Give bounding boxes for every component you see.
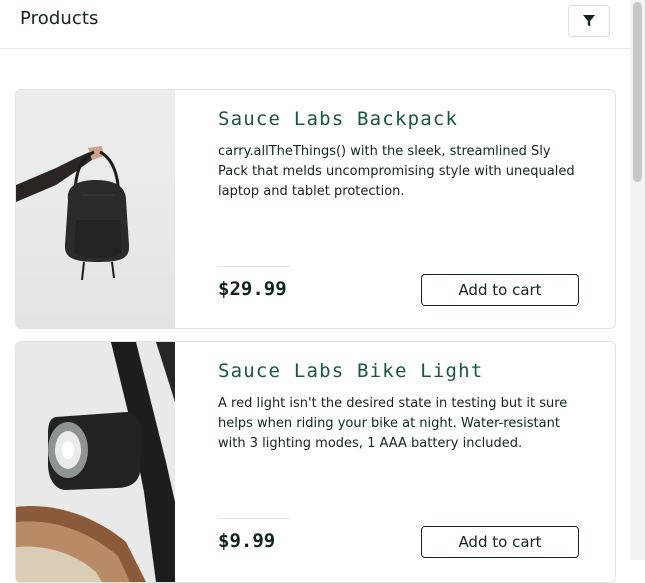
product-image-bike-light[interactable] xyxy=(16,342,175,582)
product-name[interactable]: Sauce Labs Bike Light xyxy=(218,360,483,382)
backpack-photo xyxy=(16,146,130,281)
add-to-cart-button[interactable]: Add to cart xyxy=(421,274,579,306)
page-header: Products xyxy=(0,0,630,49)
scrollbar-thumb[interactable] xyxy=(633,2,642,182)
product-card: Sauce Labs Bike Light A red light isn't … xyxy=(15,341,616,583)
bike-light-photo xyxy=(16,342,175,582)
product-description: carry.allTheThings() with the sleek, str… xyxy=(218,144,575,199)
filter-button[interactable] xyxy=(568,5,610,37)
product-card: Sauce Labs Backpack carry.allTheThings()… xyxy=(15,89,616,329)
filter-icon xyxy=(583,15,595,27)
price-divider xyxy=(218,266,290,267)
product-price: $29.99 xyxy=(218,278,287,300)
price-divider xyxy=(218,518,290,519)
scrollbar[interactable] xyxy=(630,0,645,560)
product-description: A red light isn't the desired state in t… xyxy=(218,396,568,451)
add-to-cart-button[interactable]: Add to cart xyxy=(421,526,579,558)
page-title: Products xyxy=(20,8,99,29)
product-image-backpack[interactable] xyxy=(16,90,175,328)
product-price: $9.99 xyxy=(218,530,276,552)
product-name[interactable]: Sauce Labs Backpack xyxy=(218,108,458,130)
